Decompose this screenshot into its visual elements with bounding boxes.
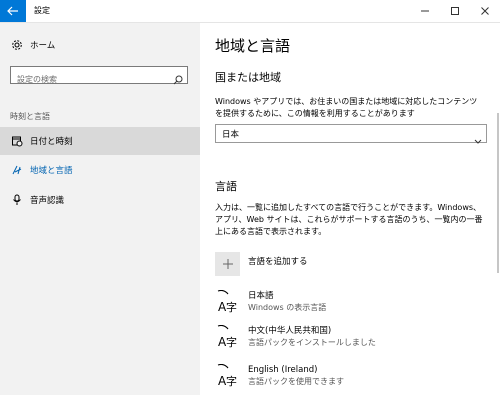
minimize-icon: [421, 10, 429, 12]
microphone-icon: [10, 194, 24, 206]
date-time-icon: [10, 135, 24, 147]
sidebar-item-label: 日付と時刻: [30, 137, 73, 147]
sidebar-item-region-language[interactable]: 地域と言語: [0, 156, 200, 184]
language-name: 日本語: [248, 291, 274, 301]
country-select[interactable]: 日本: [215, 124, 487, 144]
language-name: 中文(中华人民共和国): [248, 326, 332, 336]
language-status: 言語パックをインストールしました: [248, 338, 376, 347]
language-icon: A 字: [217, 290, 237, 314]
chevron-down-icon: [474, 130, 482, 149]
region-description: Windows やアプリでは、お住まいの国または地域に対応したコンテンツを提供す…: [215, 97, 478, 118]
search-input[interactable]: [11, 71, 167, 88]
language-status: 言語パックを使用できます: [248, 377, 344, 386]
svg-text:字: 字: [226, 335, 237, 349]
maximize-icon: [451, 7, 459, 15]
add-language-label: 言語を追加する: [248, 257, 308, 267]
sidebar-item-home[interactable]: ホーム: [0, 35, 200, 55]
section-label: 時刻と言語: [10, 112, 50, 121]
sidebar-item-label: 音声認識: [30, 196, 65, 206]
sidebar-item-date-time[interactable]: 日付と時刻: [0, 127, 200, 155]
language-heading: 言語: [215, 180, 237, 193]
svg-text:字: 字: [226, 300, 237, 314]
language-item-english[interactable]: A 字 English (Ireland) 言語パックを使用できます: [215, 364, 344, 388]
language-name: English (Ireland): [248, 365, 318, 375]
sidebar-item-label: 地域と言語: [30, 166, 73, 176]
region-language-icon: [10, 164, 24, 176]
back-arrow-icon: [7, 6, 18, 16]
title-bar: 設定: [0, 0, 500, 23]
language-icon: A 字: [217, 364, 237, 388]
window-title: 設定: [34, 6, 50, 15]
main-content: 地域と言語 国または地域 Windows やアプリでは、お住まいの国または地域に…: [200, 23, 500, 395]
country-select-value: 日本: [222, 130, 240, 140]
gear-icon: [10, 39, 24, 51]
plus-icon: [222, 259, 233, 269]
language-status: Windows の表示言語: [248, 303, 327, 312]
search-box[interactable]: [10, 66, 188, 88]
page-title: 地域と言語: [215, 37, 291, 55]
search-icon[interactable]: [173, 70, 183, 89]
back-button[interactable]: [0, 0, 26, 22]
minimize-button[interactable]: [410, 0, 440, 22]
add-language-button[interactable]: 言語を追加する: [215, 252, 308, 276]
language-icon: A 字: [217, 325, 237, 349]
language-item-chinese[interactable]: A 字 中文(中华人民共和国) 言語パックをインストールしました: [215, 325, 376, 349]
scrollbar[interactable]: [497, 113, 499, 273]
region-heading: 国または地域: [215, 71, 281, 84]
add-tile[interactable]: [215, 252, 240, 276]
sidebar-home-label: ホーム: [30, 41, 56, 51]
svg-text:字: 字: [226, 374, 237, 388]
sidebar: ホーム 時刻と言語 日付と時刻 地域と言語 音声認識: [0, 23, 200, 395]
language-description: 入力は、一覧に追加したすべての言語で行うことができます。Windows、アプリ、…: [215, 203, 483, 236]
language-item-japanese[interactable]: A 字 日本語 Windows の表示言語: [215, 290, 326, 314]
close-icon: [481, 7, 489, 15]
close-button[interactable]: [470, 0, 500, 22]
sidebar-item-speech[interactable]: 音声認識: [0, 186, 200, 214]
maximize-button[interactable]: [440, 0, 470, 22]
